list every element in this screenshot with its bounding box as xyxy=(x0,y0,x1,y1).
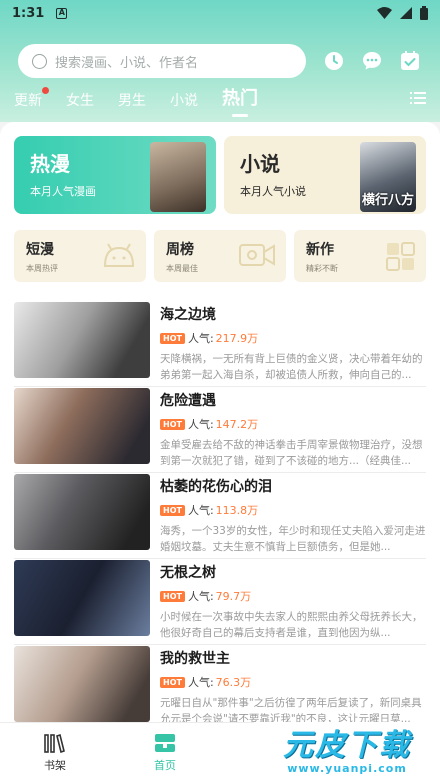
bookshelf-icon xyxy=(44,733,65,753)
nav-bookshelf[interactable]: 书架 xyxy=(0,723,110,782)
battery-icon xyxy=(420,6,428,20)
history-clock-icon[interactable] xyxy=(324,51,344,71)
status-bar: 1:31 A xyxy=(0,0,440,26)
comic-title: 我的救世主 xyxy=(160,651,230,667)
comic-thumbnail xyxy=(14,474,150,550)
comic-title: 无根之树 xyxy=(160,565,216,581)
nav-label: 书架 xyxy=(44,758,66,772)
comic-thumbnail xyxy=(14,560,150,636)
popularity-value: 76.3万 xyxy=(215,676,252,689)
popularity-label: 人气: xyxy=(187,676,214,689)
cover-image: 横行八方 xyxy=(360,142,416,212)
comic-thumbnail xyxy=(14,388,150,464)
nav-home[interactable]: 首页 xyxy=(110,723,220,782)
search-placeholder: 搜索漫画、小说、作者名 xyxy=(55,55,199,71)
hot-badge: HOT xyxy=(160,332,185,344)
popularity-label: 人气: xyxy=(187,504,214,517)
checkin-icon[interactable] xyxy=(400,51,420,71)
popularity-value: 217.9万 xyxy=(215,332,259,345)
tab-update[interactable]: 更新 xyxy=(14,87,49,110)
tab-female[interactable]: 女生 xyxy=(66,90,94,110)
bottom-navigation: 书架 首页 元皮下载 www.yuanpi.com xyxy=(0,722,440,782)
tab-label: 女生 xyxy=(66,93,94,109)
category-weekly-ranking[interactable]: 周榜 本周最佳 xyxy=(154,230,286,282)
tab-male[interactable]: 男生 xyxy=(118,90,146,110)
watermark-url: www.yuanpi.com xyxy=(287,761,407,775)
message-icon[interactable] xyxy=(362,51,382,71)
comic-thumbnail xyxy=(14,302,150,378)
hot-badge: HOT xyxy=(160,504,185,516)
hot-badge: HOT xyxy=(160,590,185,602)
robot-face-icon xyxy=(103,243,135,267)
comic-description: 小时候在一次事故中失去家人的熙熙由养父母抚养长大，他很好奇自己的幕后支持者是谁，… xyxy=(160,611,423,639)
tab-label: 小说 xyxy=(170,93,198,109)
category-new-works[interactable]: 新作 精彩不断 xyxy=(294,230,426,282)
notification-icon: A xyxy=(56,7,68,19)
category-tabs: 更新 女生 男生 小说 热门 xyxy=(14,84,426,117)
list-item[interactable]: 无根之树 HOT 人气: 79.7万 小时候在一次事故中失去家人的熙熙由养父母抚养长… xyxy=(0,558,440,646)
popularity-label: 人气: xyxy=(187,418,214,431)
search-input[interactable]: 搜索漫画、小说、作者名 xyxy=(18,44,306,78)
popularity-value: 113.8万 xyxy=(215,504,259,517)
featured-novel-card[interactable]: 小说 本月人气小说 横行八方 xyxy=(224,136,426,214)
comic-description: 金单受雇去给不敌的神话拳击手周宰景做物理治疗，没想到第一次就犯了错，碰到了不该碰… xyxy=(160,439,423,467)
popularity-value: 147.2万 xyxy=(215,418,259,431)
status-time: 1:31 xyxy=(12,5,45,21)
tab-hot[interactable]: 热门 xyxy=(222,84,258,117)
main-content: 热漫 本月人气漫画 小说 本月人气小说 横行八方 短漫 本周热评 周榜 本周最佳… xyxy=(0,122,440,725)
tab-label: 男生 xyxy=(118,93,146,109)
search-icon xyxy=(32,53,47,69)
comic-title: 危险遭遇 xyxy=(160,393,216,409)
comic-title: 枯萎的花伤心的泪 xyxy=(160,479,272,495)
cover-image xyxy=(150,142,206,212)
comic-title: 海之边境 xyxy=(160,307,216,323)
nav-label: 首页 xyxy=(154,758,176,772)
cover-title: 横行八方 xyxy=(361,193,414,208)
comic-description: 海秀，一个33岁的女性，年少时和现任丈夫陷入爱河走进婚姻坟墓。丈夫生意不慎背上巨… xyxy=(160,525,426,553)
grid-blocks-icon xyxy=(386,242,415,271)
tab-label: 热门 xyxy=(222,88,258,109)
menu-list-icon[interactable] xyxy=(410,92,426,104)
site-watermark: 元皮下载 www.yuanpi.com xyxy=(254,722,440,782)
featured-hot-comics-card[interactable]: 热漫 本月人气漫画 xyxy=(14,136,216,214)
comic-thumbnail xyxy=(14,646,150,722)
popularity-value: 79.7万 xyxy=(215,590,252,603)
comic-description: 天降横祸，一无所有背上巨债的金义贤，决心带着年幼的弟弟第一起入海自杀，却被追债人… xyxy=(160,353,423,381)
watermark-logo: 元皮下载 xyxy=(283,727,411,763)
unread-dot xyxy=(42,87,49,94)
popularity-label: 人气: xyxy=(187,332,214,345)
list-item[interactable]: 危险遭遇 HOT 人气: 147.2万 金单受雇去给不敌的神话拳击手周宰景做物理治疗… xyxy=(0,386,440,474)
video-camera-icon xyxy=(239,244,275,266)
wifi-icon xyxy=(377,7,392,19)
list-item[interactable]: 海之边境 HOT 人气: 217.9万 天降横祸，一无所有背上巨债的金义贤，决心带着… xyxy=(0,302,440,388)
category-short-comics[interactable]: 短漫 本周热评 xyxy=(14,230,146,282)
app-header: 1:31 A 搜索漫画、小说、作者名 更新 女生 男生 小说 热门 xyxy=(0,0,440,122)
tab-novel[interactable]: 小说 xyxy=(170,90,198,110)
list-item[interactable]: 我的救世主 HOT 人气: 76.3万 元曜日自从"那件事"之后彷徨了两年后复读了，… xyxy=(0,644,440,732)
hot-badge: HOT xyxy=(160,418,185,430)
hot-comics-list: 海之边境 HOT 人气: 217.9万 天降横祸，一无所有背上巨债的金义贤，决心带着… xyxy=(0,302,440,732)
hot-badge: HOT xyxy=(160,676,185,688)
list-item[interactable]: 枯萎的花伤心的泪 HOT 人气: 113.8万 海秀，一个33岁的女性，年少时和现任… xyxy=(0,472,440,560)
tab-label: 更新 xyxy=(14,93,42,109)
signal-icon xyxy=(400,7,412,19)
home-book-icon xyxy=(155,733,175,752)
popularity-label: 人气: xyxy=(187,590,214,603)
